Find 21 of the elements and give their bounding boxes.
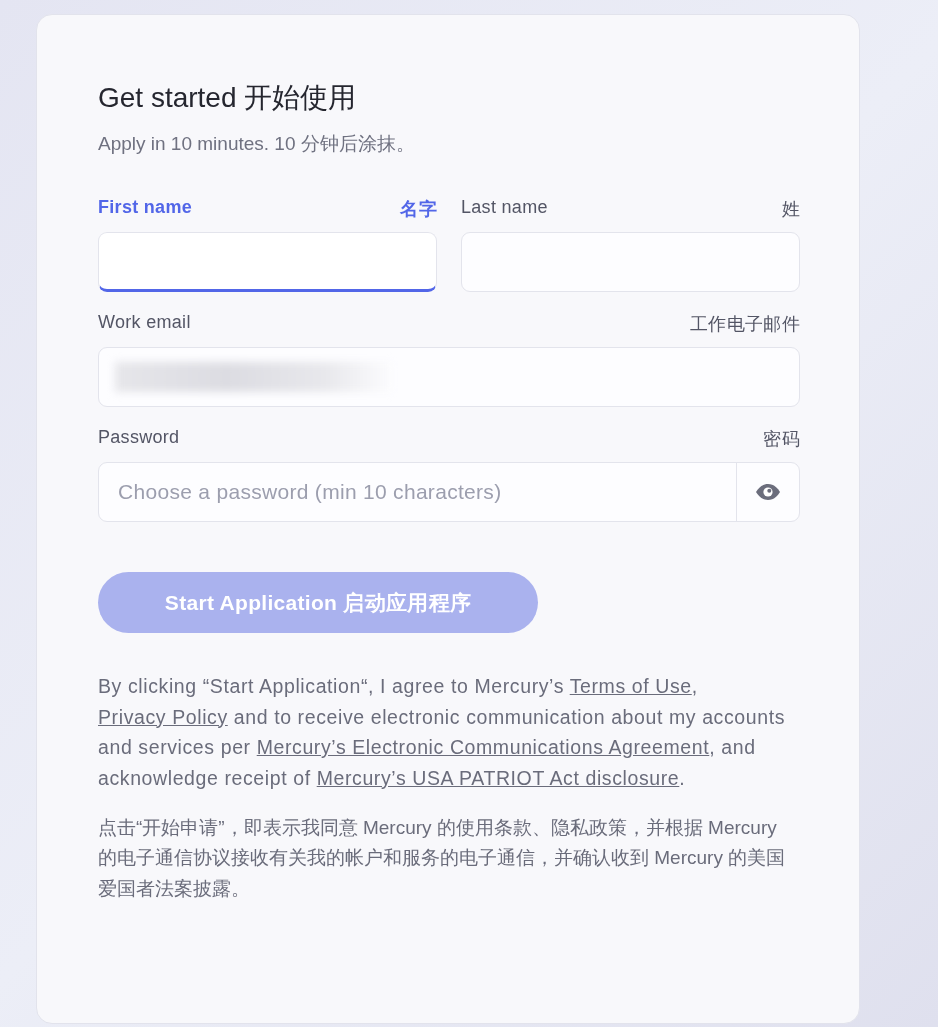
- field-label: 密码: [763, 428, 800, 451]
- legal-text-chinese: 点击“开始申请”，即表示我同意 Mercury 的使用条款、隐私政策，并根据 Mercury 的电子通信协议接收有关我的帐户和服务的电子通信，并确认收到 Mercury 的美国爱国者法案披露。: [98, 815, 787, 901]
- field-label: 名字: [400, 198, 437, 221]
- legal-link[interactable]: Mercury’s USA PATRIOT Act disclosure: [316, 766, 680, 789]
- form-subtitle: Apply in 10 minutes. 10 分钟后涂抹。: [98, 132, 416, 156]
- name-field[interactable]: [98, 232, 437, 292]
- legal-link[interactable]: Terms of Use: [569, 675, 692, 697]
- legal-link[interactable]: Privacy Policy: [98, 705, 228, 728]
- field-label: 姓: [781, 198, 800, 221]
- email-field[interactable]: [98, 347, 800, 407]
- password-field[interactable]: Choose a password (min 10 characters): [98, 462, 800, 522]
- eye-icon[interactable]: [756, 484, 780, 500]
- field-label: Work email: [98, 312, 191, 334]
- name-field[interactable]: [461, 232, 800, 292]
- field-label: First name: [98, 197, 193, 219]
- form-title: Get started 开始使用: [98, 81, 358, 115]
- field-label: 工作电子邮件: [690, 313, 800, 336]
- field-label: Last name: [461, 197, 548, 219]
- legal-text: By clicking “Start Application“, I agree to Mercury’s Terms of Use, Privacy Policy and to receive electronic communication about my accounts and services per Mercury’s Electronic Communications Agreement, and acknowledge receipt of Mercury’s USA PATRIOT Act disclosure.: [98, 674, 786, 791]
- legal-link[interactable]: Mercury’s Electronic Communications Agreement: [256, 736, 710, 758]
- field-label: Password: [98, 427, 180, 449]
